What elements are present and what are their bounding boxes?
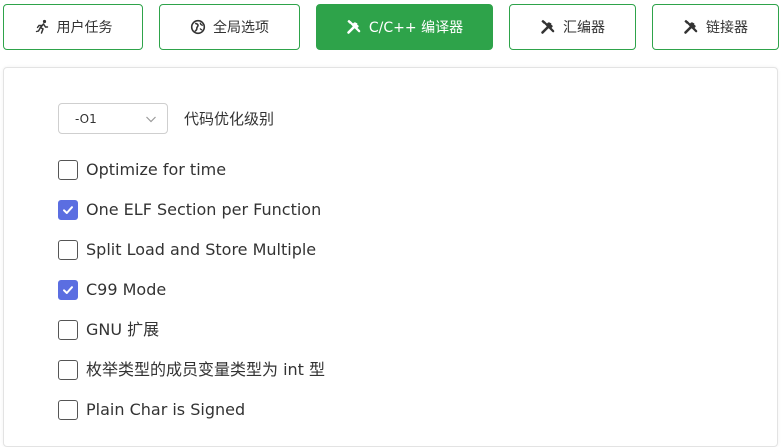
- checkbox[interactable]: [58, 360, 78, 380]
- checkbox[interactable]: [58, 160, 78, 180]
- tools-icon: [683, 19, 699, 35]
- option-label: Split Load and Store Multiple: [86, 240, 317, 259]
- tab-global-options[interactable]: 全局选项: [159, 4, 300, 50]
- tab-label: 全局选项: [213, 20, 269, 36]
- option-label: Optimize for time: [86, 160, 227, 179]
- checkbox[interactable]: [58, 400, 78, 420]
- option-label: GNU 扩展: [86, 320, 160, 339]
- checkbox[interactable]: [58, 200, 78, 220]
- tools-icon: [346, 19, 362, 35]
- globe-icon: [190, 19, 206, 35]
- option-plain-char-signed[interactable]: Plain Char is Signed: [58, 400, 245, 420]
- checkbox[interactable]: [58, 320, 78, 340]
- optimization-level-label: 代码优化级别: [184, 110, 275, 128]
- option-label: Plain Char is Signed: [86, 400, 246, 419]
- checkbox[interactable]: [58, 240, 78, 260]
- option-label: C99 Mode: [86, 280, 167, 299]
- tab-label: 用户任务: [56, 20, 113, 36]
- checkbox[interactable]: [58, 280, 78, 300]
- option-gnu-extensions[interactable]: GNU 扩展: [58, 320, 159, 340]
- tab-assembler[interactable]: 汇编器: [509, 4, 636, 50]
- option-one-elf-section-per-function[interactable]: One ELF Section per Function: [58, 200, 321, 220]
- tab-user-task[interactable]: 用户任务: [3, 4, 143, 50]
- checkmark-icon: [63, 206, 73, 214]
- option-optimize-for-time[interactable]: Optimize for time: [58, 160, 226, 180]
- option-split-load-store-multiple[interactable]: Split Load and Store Multiple: [58, 240, 316, 260]
- tab-label: C/C++ 编译器: [368, 20, 464, 36]
- tab-cc-compiler[interactable]: C/C++ 编译器: [316, 4, 493, 50]
- option-label: 枚举类型的成员变量类型为 int 型: [86, 360, 326, 379]
- optimization-level-select[interactable]: -O1: [58, 103, 168, 134]
- tab-label: 汇编器: [563, 20, 605, 36]
- chevron-down-icon: [145, 113, 157, 125]
- tab-linker[interactable]: 链接器: [652, 4, 779, 50]
- checkmark-icon: [63, 286, 73, 294]
- tab-label: 链接器: [706, 20, 748, 36]
- tools-icon: [540, 19, 556, 35]
- option-c99-mode[interactable]: C99 Mode: [58, 280, 166, 300]
- option-label: One ELF Section per Function: [86, 200, 322, 219]
- option-enum-is-int[interactable]: 枚举类型的成员变量类型为 int 型: [58, 360, 325, 380]
- running-person-icon: [34, 19, 50, 35]
- compiler-settings-tabbar: 用户任务 全局选项 C/C++ 编译器 汇编器 链接器: [0, 0, 783, 60]
- optimization-level-value: -O1: [75, 112, 97, 126]
